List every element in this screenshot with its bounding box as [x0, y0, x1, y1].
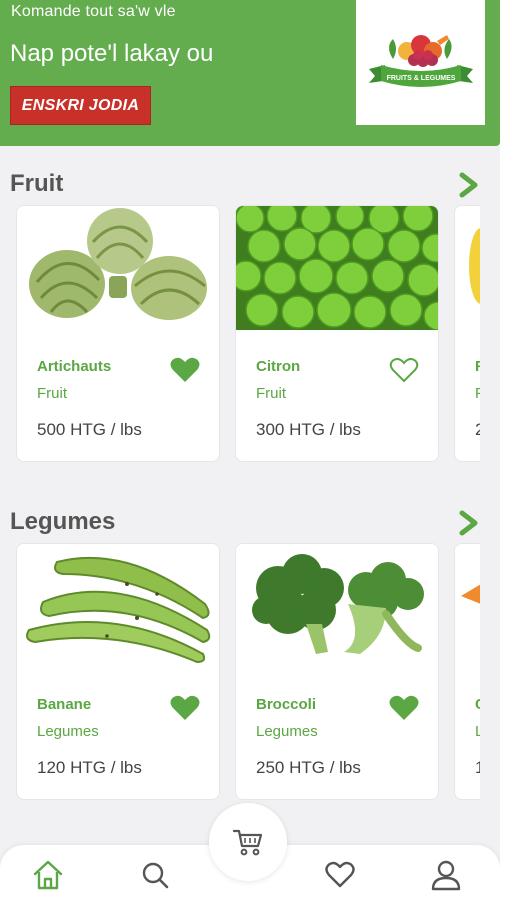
product-image-banane — [17, 544, 219, 668]
user-icon[interactable] — [430, 859, 462, 891]
fruit-product-row[interactable]: Artichauts Fruit 500 HTG / lbs Citron Fr… — [16, 205, 480, 463]
chevron-right-icon[interactable] — [458, 510, 480, 536]
heart-filled-icon[interactable] — [388, 694, 420, 722]
edge-strip — [500, 0, 507, 900]
product-name: Banane — [37, 696, 92, 713]
header-headline: Nap pote'l lakay ou — [10, 40, 214, 67]
product-image-peek — [455, 206, 480, 330]
section-title-fruit: Fruit — [10, 170, 64, 197]
heart-filled-icon[interactable] — [169, 356, 201, 384]
brand-logo: FRUITS & LEGUMES — [356, 0, 485, 125]
product-price: 500 HTG / lbs — [37, 420, 142, 439]
product-category: Legumes — [256, 723, 318, 740]
product-card-peek[interactable]: C L 1 — [454, 543, 480, 800]
product-price: 300 HTG / lbs — [256, 420, 361, 439]
cart-icon — [232, 829, 263, 856]
product-card[interactable]: Banane Legumes 120 HTG / lbs — [16, 543, 220, 800]
product-card[interactable]: Artichauts Fruit 500 HTG / lbs — [16, 205, 220, 462]
app-screen: Komande tout sa'w vle Nap pote'l lakay o… — [0, 0, 500, 900]
artichoke-right — [131, 256, 207, 320]
logo-text: FRUITS & LEGUMES — [386, 75, 455, 82]
product-image-citron — [236, 206, 438, 330]
product-name: C — [475, 696, 480, 713]
heart-filled-icon[interactable] — [169, 694, 201, 722]
chevron-right-icon[interactable] — [458, 172, 480, 198]
product-price: 120 HTG / lbs — [37, 758, 142, 777]
product-category: L — [475, 723, 480, 740]
product-category: Fruit — [37, 385, 67, 402]
product-card[interactable]: Citron Fruit 300 HTG / lbs — [235, 205, 439, 462]
signup-button[interactable]: ENSKRI JODIA — [10, 86, 151, 125]
cart-button[interactable] — [209, 803, 287, 881]
product-name: Broccoli — [256, 696, 317, 713]
home-icon[interactable] — [32, 859, 64, 891]
product-name: Artichauts — [37, 358, 112, 375]
fruits-legumes-logo: FRUITS & LEGUMES — [368, 34, 473, 87]
product-category: F — [475, 385, 480, 402]
section-title-legumes: Legumes — [10, 508, 116, 535]
product-price: 2 — [475, 420, 480, 440]
product-name: Citron — [256, 358, 301, 375]
heart-icon[interactable] — [324, 859, 356, 891]
product-category: Legumes — [37, 723, 99, 740]
product-card[interactable]: Broccoli Legumes 250 HTG / lbs — [235, 543, 439, 800]
product-image-broccoli — [236, 544, 438, 668]
promo-header: Komande tout sa'w vle Nap pote'l lakay o… — [0, 0, 500, 146]
product-price: 1 — [475, 758, 480, 778]
product-category: Fruit — [256, 385, 286, 402]
product-price: 250 HTG / lbs — [256, 758, 361, 777]
product-image-peek — [455, 544, 480, 668]
product-name: F — [475, 358, 480, 375]
header-tagline: Komande tout sa'w vle — [11, 3, 176, 20]
product-image-artichauts — [17, 206, 219, 330]
product-card-peek[interactable]: F F 2 — [454, 205, 480, 462]
artichoke-top — [87, 208, 153, 274]
legumes-product-row[interactable]: Banane Legumes 120 HTG / lbs Broccoli Le… — [16, 543, 480, 801]
search-icon[interactable] — [139, 859, 171, 891]
heart-outline-icon[interactable] — [388, 356, 420, 384]
